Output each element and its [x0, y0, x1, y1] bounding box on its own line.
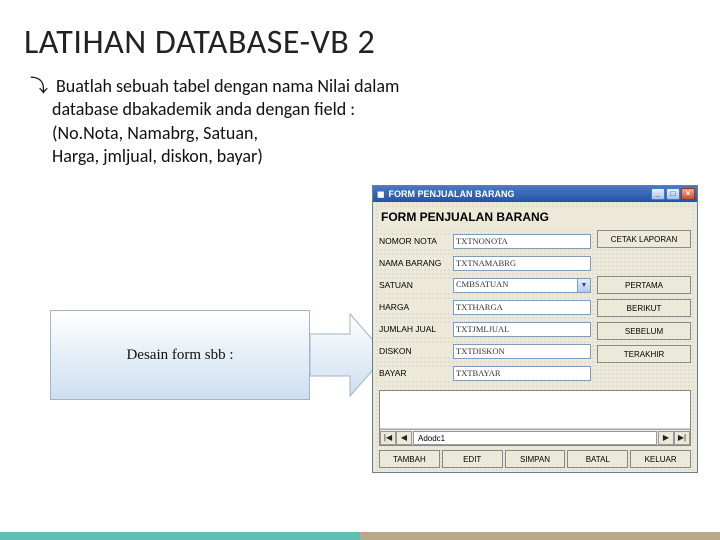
body-line-3: (No.Nota, Namabrg, Satuan,	[52, 122, 690, 145]
pertama-button[interactable]: PERTAMA	[597, 276, 691, 294]
slide-title: LATIHAN DATABASE-VB 2	[0, 0, 720, 69]
body-line-2: database dbakademik anda dengan field :	[52, 98, 690, 121]
input-diskon[interactable]	[453, 344, 591, 359]
tambah-button[interactable]: TAMBAH	[379, 450, 440, 468]
label-jumlah-jual: JUMLAH JUAL	[379, 323, 453, 335]
nav-prev-button[interactable]: ◀	[396, 431, 412, 445]
nav-next-button[interactable]: ▶	[658, 431, 674, 445]
label-diskon: DISKON	[379, 345, 453, 357]
input-bayar[interactable]	[453, 366, 591, 381]
input-harga[interactable]	[453, 300, 591, 315]
window-caption: FORM PENJUALAN BARANG	[388, 189, 650, 199]
combo-satuan[interactable]: CMBSATUAN ▼	[453, 278, 591, 293]
berikut-button[interactable]: BERIKUT	[597, 299, 691, 317]
nav-last-button[interactable]: ▶|	[674, 431, 690, 445]
record-navigator: |◀ ◀ Adodc1 ▶ ▶|	[380, 429, 690, 445]
close-button[interactable]: ×	[681, 188, 695, 200]
simpan-button[interactable]: SIMPAN	[505, 450, 566, 468]
keluar-button[interactable]: KELUAR	[630, 450, 691, 468]
minimize-button[interactable]: _	[651, 188, 665, 200]
label-harga: HARGA	[379, 301, 453, 313]
label-bayar: BAYAR	[379, 367, 453, 379]
callout-box: Desain form sbb :	[50, 310, 310, 400]
input-nomor-nota[interactable]	[453, 234, 591, 249]
label-nama-barang: NAMA BARANG	[379, 257, 453, 269]
vb-icon: ◼	[377, 189, 384, 200]
body-line-1: Buatlah sebuah tabel dengan nama Nilai d…	[56, 75, 399, 98]
label-nomor-nota: NOMOR NOTA	[379, 235, 453, 247]
label-satuan: SATUAN	[379, 279, 453, 291]
slide-body: ⤵ Buatlah sebuah tabel dengan nama Nilai…	[0, 69, 720, 169]
vb-form-window: ◼ FORM PENJUALAN BARANG _ □ × FORM PENJU…	[372, 185, 698, 473]
nav-first-button[interactable]: |◀	[380, 431, 396, 445]
input-jumlah-jual[interactable]	[453, 322, 591, 337]
sebelum-button[interactable]: SEBELUM	[597, 322, 691, 340]
nav-text: Adodc1	[413, 431, 657, 445]
combo-satuan-text: CMBSATUAN	[456, 279, 508, 289]
edit-button[interactable]: EDIT	[442, 450, 503, 468]
cetak-laporan-button[interactable]: CETAK LAPORAN	[597, 230, 691, 248]
batal-button[interactable]: BATAL	[567, 450, 628, 468]
callout-text: Desain form sbb :	[126, 347, 233, 364]
input-nama-barang[interactable]	[453, 256, 591, 271]
maximize-button[interactable]: □	[666, 188, 680, 200]
form-title: FORM PENJUALAN BARANG	[379, 208, 691, 230]
terakhir-button[interactable]: TERAKHIR	[597, 345, 691, 363]
chevron-down-icon[interactable]: ▼	[577, 279, 590, 292]
body-line-4: Harga, jmljual, diskon, bayar)	[52, 145, 690, 168]
data-grid[interactable]: |◀ ◀ Adodc1 ▶ ▶|	[379, 390, 691, 446]
bullet-icon: ⤵	[30, 75, 48, 98]
window-titlebar[interactable]: ◼ FORM PENJUALAN BARANG _ □ ×	[373, 186, 697, 202]
slide-footer-decoration	[0, 532, 720, 540]
